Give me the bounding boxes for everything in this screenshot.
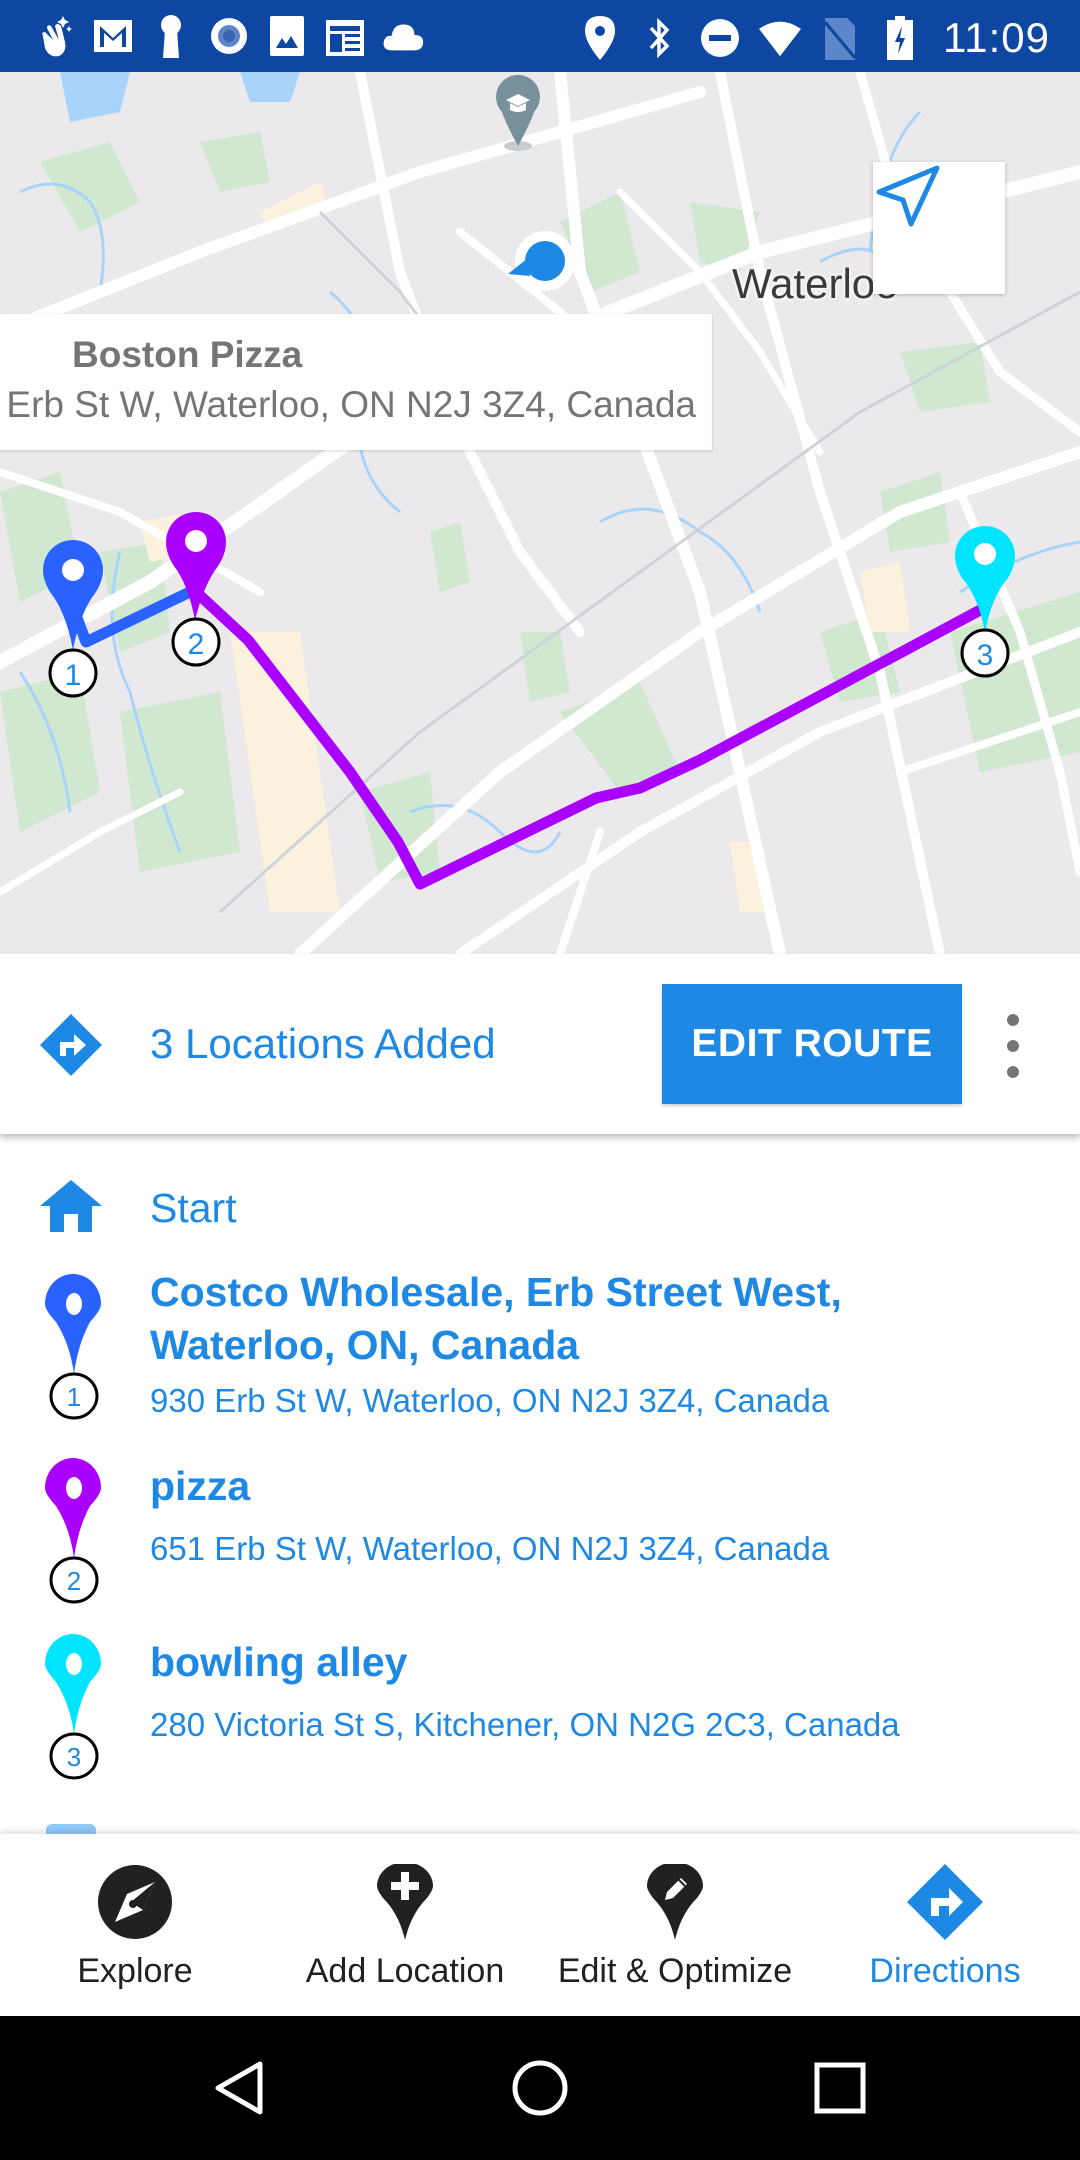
do-not-disturb-icon bbox=[699, 16, 741, 60]
nav-edit-optimize-label: Edit & Optimize bbox=[557, 1952, 793, 1990]
stop-1-marker-icon: 1 bbox=[40, 1274, 104, 1429]
add-location-icon bbox=[377, 1862, 433, 1945]
bluetooth-icon bbox=[639, 16, 681, 60]
stop-3-marker-icon: 3 bbox=[40, 1634, 104, 1789]
more-options-button[interactable] bbox=[998, 1014, 1028, 1078]
locate-me-button[interactable] bbox=[873, 162, 1005, 294]
status-bar: 11:09 bbox=[0, 0, 1080, 72]
start-label: Start bbox=[150, 1185, 237, 1231]
status-system-icons: 11:09 bbox=[579, 14, 1050, 62]
gmail-icon bbox=[92, 14, 134, 58]
nav-explore-label: Explore bbox=[77, 1952, 193, 1990]
stop-3-address: 280 Victoria St S, Kitchener, ON N2G 2C3… bbox=[150, 1706, 900, 1743]
map-info-window[interactable]: Boston Pizza 651 Erb St W, Waterloo, ON … bbox=[0, 314, 712, 450]
stop-2-address: 651 Erb St W, Waterloo, ON N2J 3Z4, Cana… bbox=[150, 1530, 830, 1567]
recents-button[interactable] bbox=[808, 2056, 872, 2120]
end-item-partial-icon bbox=[46, 1824, 96, 1834]
home-icon bbox=[40, 1180, 102, 1237]
stop-1-number: 1 bbox=[67, 1382, 81, 1412]
no-sim-icon bbox=[819, 16, 861, 60]
bottom-navigation: Explore Add Location Edit & Optimize Dir… bbox=[0, 1834, 1080, 2016]
route-summary-card: 3 Locations Added EDIT ROUTE bbox=[0, 954, 1080, 1134]
more-dot bbox=[1007, 1014, 1019, 1026]
cloud-icon bbox=[382, 14, 424, 58]
map-marker-2[interactable]: 2 bbox=[166, 512, 226, 667]
stop-1-address: 930 Erb St W, Waterloo, ON N2J 3Z4, Cana… bbox=[150, 1382, 830, 1419]
marker-3-number: 3 bbox=[977, 639, 994, 672]
stop-3-title: bowling alley bbox=[150, 1639, 408, 1685]
recents-icon bbox=[814, 2062, 866, 2114]
compass-icon bbox=[97, 1864, 173, 1945]
directions-icon bbox=[40, 1014, 102, 1081]
nav-explore[interactable]: Explore bbox=[0, 1834, 270, 2016]
marker-1-number: 1 bbox=[65, 659, 82, 692]
status-notification-icons bbox=[34, 14, 424, 58]
home-button[interactable] bbox=[508, 2056, 572, 2120]
stop-2-number: 2 bbox=[67, 1566, 81, 1596]
list-item-stop-2[interactable]: 2 pizza 651 Erb St W, Waterloo, ON N2J 3… bbox=[0, 1450, 1080, 1604]
image-icon bbox=[266, 14, 308, 58]
record-icon bbox=[208, 14, 250, 58]
stop-2-title: pizza bbox=[150, 1463, 251, 1509]
keyhole-icon bbox=[150, 14, 192, 58]
map-view[interactable]: 1 2 3 Waterloo Boston Pizza 651 Erb St W… bbox=[0, 72, 1080, 954]
status-time: 11:09 bbox=[943, 14, 1050, 61]
more-dot bbox=[1007, 1040, 1019, 1052]
list-item-stop-3[interactable]: 3 bowling alley 280 Victoria St S, Kitch… bbox=[0, 1626, 1080, 1780]
stop-1-title: Costco Wholesale, Erb Street West, Water… bbox=[150, 1269, 842, 1368]
nav-add-location-label: Add Location bbox=[305, 1952, 505, 1990]
wifi-icon bbox=[759, 16, 801, 60]
marker-2-number: 2 bbox=[188, 628, 205, 661]
home-circle-icon bbox=[512, 2060, 568, 2116]
nav-add-location[interactable]: Add Location bbox=[270, 1834, 540, 2016]
route-stop-list[interactable]: Start 1 Costco Wholesale, Erb Street Wes… bbox=[0, 1134, 1080, 1834]
location-icon bbox=[579, 16, 621, 60]
edit-route-button[interactable]: EDIT ROUTE bbox=[662, 984, 962, 1104]
directions-icon bbox=[907, 1864, 983, 1945]
edit-location-icon bbox=[647, 1862, 703, 1945]
nav-directions-label: Directions bbox=[869, 1952, 1021, 1990]
back-button[interactable] bbox=[208, 2056, 272, 2120]
map-water bbox=[60, 72, 300, 122]
info-window-address: 651 Erb St W, Waterloo, ON N2J 3Z4, Cana… bbox=[0, 384, 696, 425]
clap-hands-icon bbox=[34, 14, 76, 58]
back-icon bbox=[215, 2061, 263, 2115]
nav-directions[interactable]: Directions bbox=[810, 1834, 1080, 2016]
locations-added-text: 3 Locations Added bbox=[150, 1020, 496, 1067]
list-item-start[interactable]: Start bbox=[0, 1170, 1080, 1250]
list-item-stop-1[interactable]: 1 Costco Wholesale, Erb Street West, Wat… bbox=[0, 1266, 1080, 1436]
more-dot bbox=[1007, 1066, 1019, 1078]
info-window-title: Boston Pizza bbox=[72, 334, 303, 375]
calendar-icon bbox=[324, 14, 366, 58]
stop-2-marker-icon: 2 bbox=[40, 1458, 104, 1613]
nav-edit-optimize[interactable]: Edit & Optimize bbox=[540, 1834, 810, 2016]
battery-charging-icon bbox=[879, 16, 921, 60]
navigation-arrow-icon bbox=[876, 165, 940, 227]
system-navigation-bar bbox=[0, 2016, 1080, 2160]
stop-3-number: 3 bbox=[67, 1742, 81, 1772]
